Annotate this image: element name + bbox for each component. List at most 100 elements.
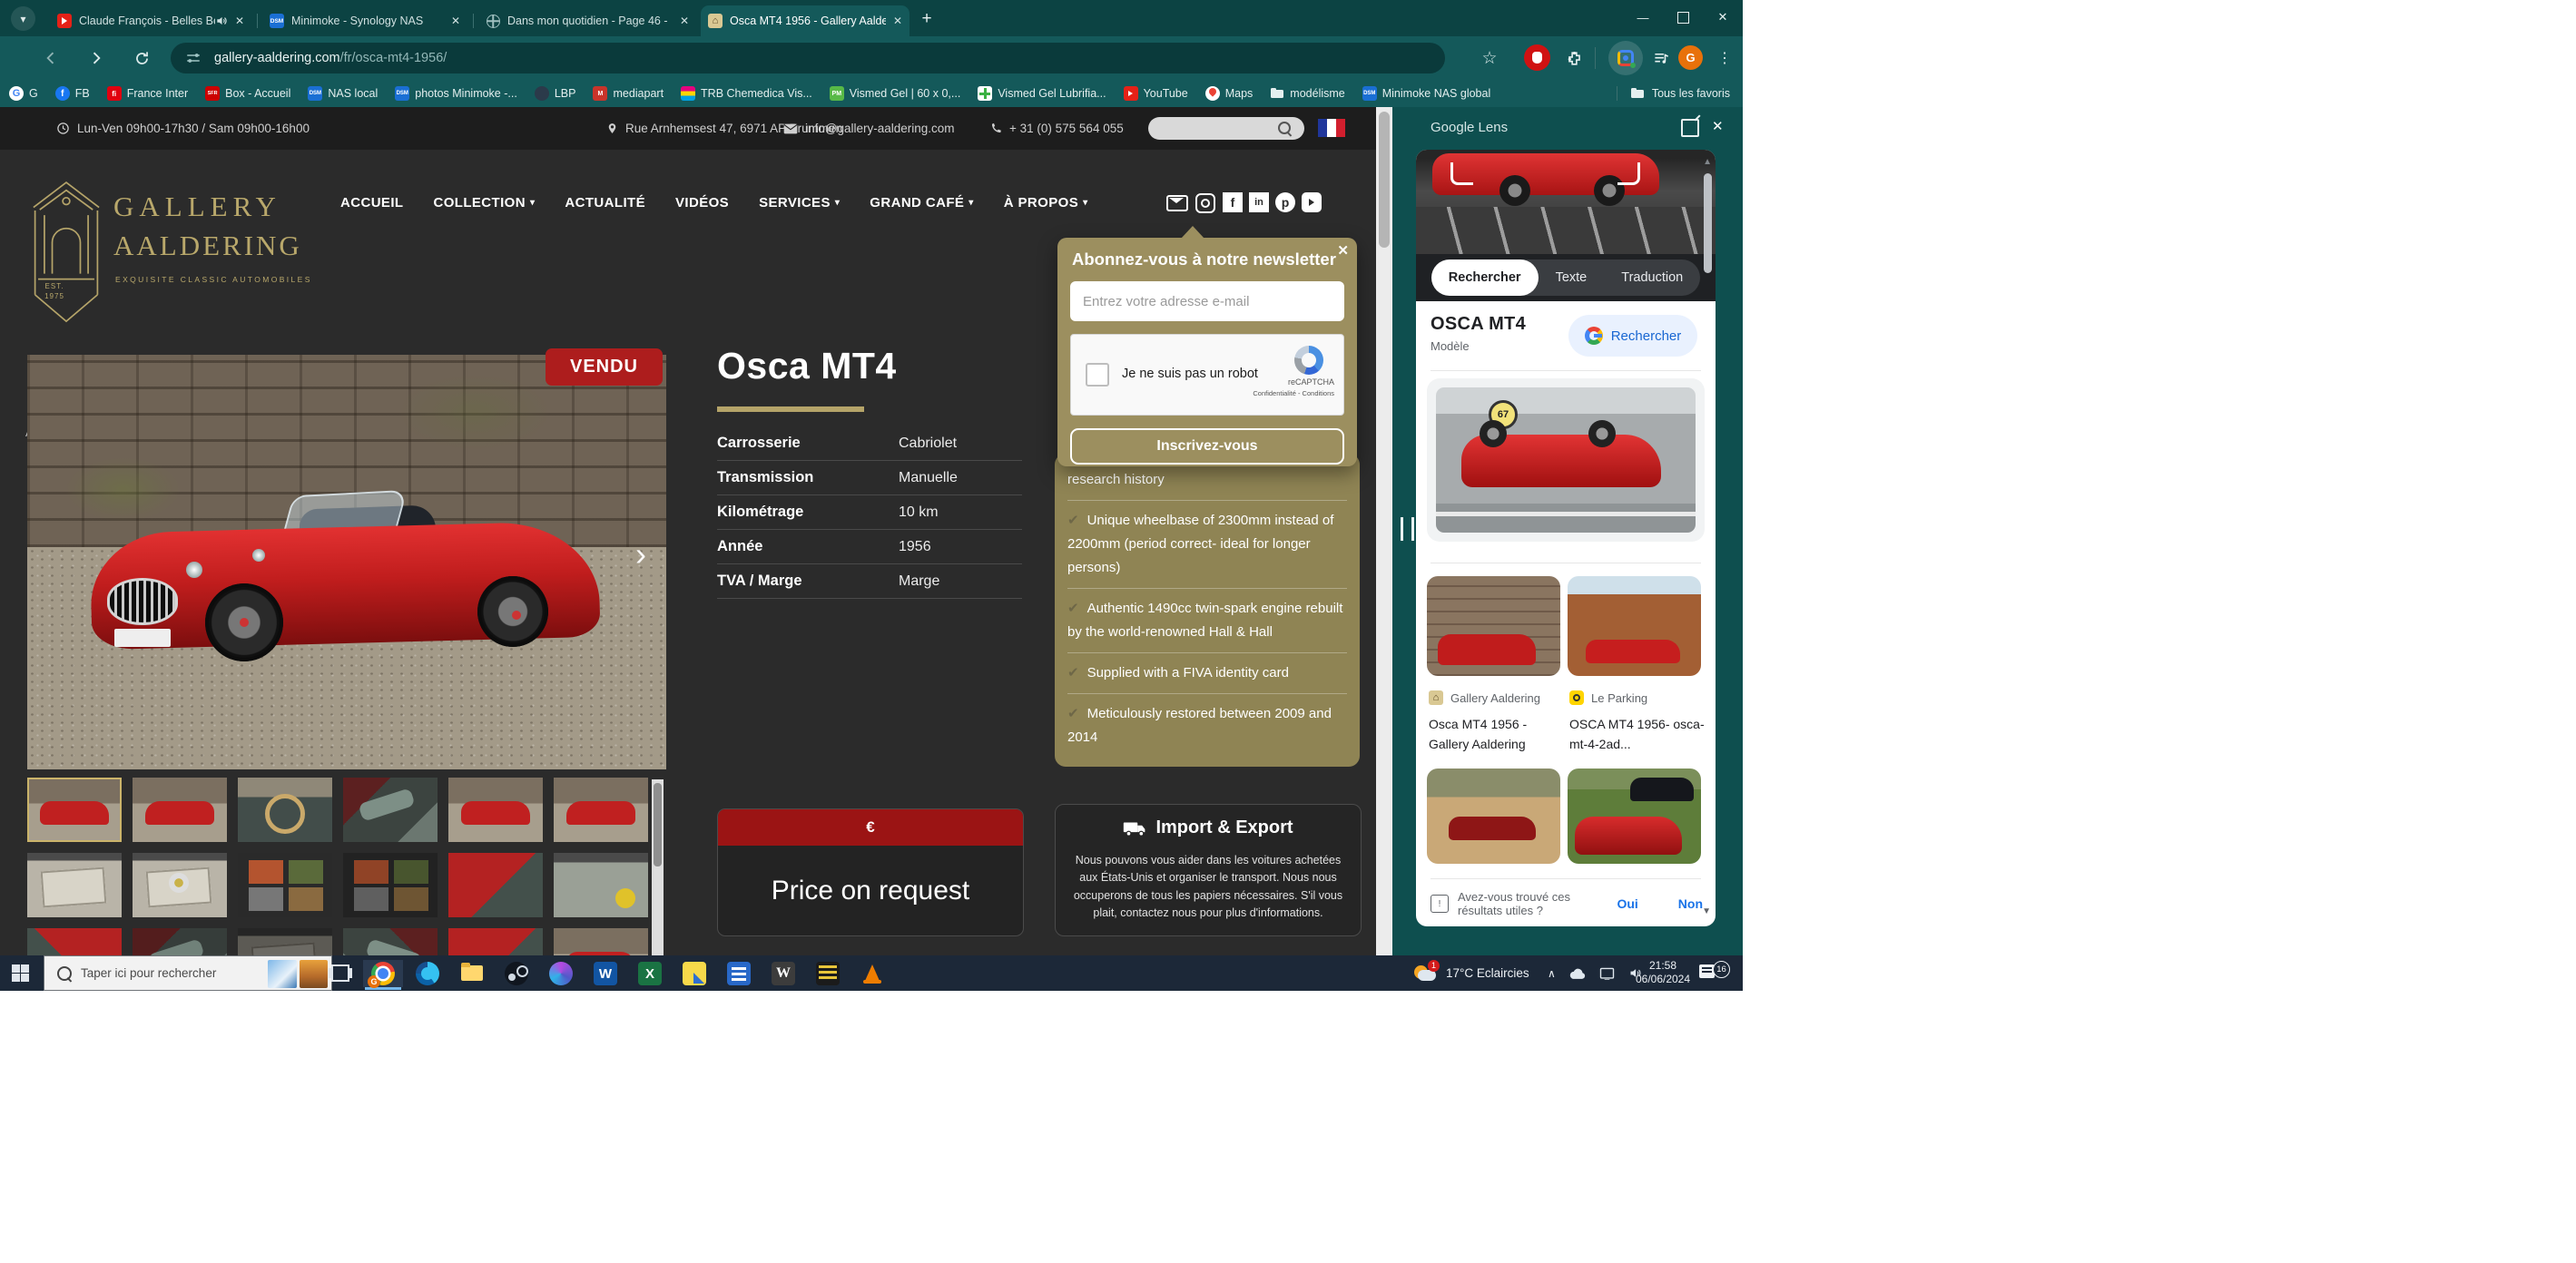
thumbnail[interactable]	[238, 778, 332, 842]
tab-close-icon[interactable]: ✕	[451, 15, 460, 27]
browser-tab-youtube[interactable]: Claude François - Belles Bel ✕	[50, 5, 251, 36]
nav-item-services[interactable]: SERVICES▾	[759, 195, 840, 210]
thumbnail[interactable]	[238, 928, 332, 955]
gallery-aaldering-logo-icon[interactable]	[27, 175, 105, 329]
taskbar-chrome-icon[interactable]: G	[363, 960, 403, 987]
lens-scrollbar-thumb[interactable]	[1704, 173, 1712, 273]
bookmark-folder-modelisme[interactable]: modélisme	[1270, 86, 1344, 101]
scrollbar-thumb[interactable]	[1379, 112, 1390, 248]
email-link[interactable]: info@gallery-aaldering.com	[783, 107, 955, 150]
lens-google-search-button[interactable]: Rechercher	[1568, 315, 1697, 357]
tab-close-icon[interactable]: ✕	[235, 15, 244, 27]
browser-tab-forum[interactable]: Dans mon quotidien - Page 46 - ✕	[478, 5, 696, 36]
crop-bracket-icon[interactable]	[1450, 162, 1473, 185]
all-favorites-button[interactable]: Tous les favoris	[1617, 80, 1730, 107]
google-lens-toolbar-icon[interactable]	[1608, 41, 1643, 75]
bookmark-star-icon[interactable]: ☆	[1475, 44, 1504, 73]
thumbnail[interactable]	[343, 778, 438, 842]
thumbnail[interactable]	[448, 778, 543, 842]
site-settings-icon[interactable]	[185, 50, 202, 66]
thumbnail[interactable]	[448, 928, 543, 955]
back-icon[interactable]	[36, 44, 65, 73]
phone-link[interactable]: + 31 (0) 575 564 055	[989, 107, 1124, 150]
profile-avatar[interactable]: G	[1678, 45, 1703, 70]
chrome-menu-icon[interactable]: ⋮	[1710, 44, 1739, 73]
thumbnail-selected[interactable]	[27, 778, 122, 842]
bookmark-vismed-gel[interactable]: PMVismed Gel | 60 x 0,...	[830, 86, 961, 101]
reload-icon[interactable]	[127, 44, 156, 73]
french-flag-icon[interactable]	[1318, 119, 1345, 137]
crop-bracket-icon[interactable]	[1617, 162, 1640, 185]
task-view-icon[interactable]	[331, 964, 349, 982]
page-scrollbar[interactable]	[1376, 107, 1392, 955]
close-icon[interactable]: ✕	[1337, 242, 1349, 259]
bookmark-minimoke-nas[interactable]: DSMMinimoke NAS global	[1362, 86, 1491, 101]
notification-center[interactable]: 16	[1699, 963, 1730, 984]
nav-item-grand-cafe[interactable]: GRAND CAFÉ▾	[870, 195, 973, 210]
match-title-2[interactable]: OSCA MT4 1956- osca-mt-4-2ad...	[1569, 714, 1706, 754]
new-tab-button[interactable]: +	[915, 7, 939, 31]
thumbnail[interactable]	[448, 853, 543, 917]
lens-top-match-card[interactable]: 67	[1427, 378, 1705, 542]
thumbnail[interactable]	[343, 928, 438, 955]
tab-search-icon[interactable]: ▾	[11, 6, 35, 31]
bookmark-photos-minimoke[interactable]: DSMphotos Minimoke -...	[395, 86, 517, 101]
instagram-icon[interactable]	[1195, 192, 1216, 214]
recaptcha-checkbox[interactable]	[1086, 363, 1109, 387]
bookmark-box[interactable]: SFRBox - Accueil	[205, 86, 290, 101]
nav-item-videos[interactable]: VIDÉOS	[675, 195, 729, 210]
nav-item-a-propos[interactable]: À PROPOS▾	[1004, 195, 1088, 210]
nav-item-collection[interactable]: COLLECTION▾	[433, 195, 535, 210]
bookmark-trb[interactable]: TRB Chemedica Vis...	[681, 86, 812, 101]
tab-audio-icon[interactable]	[215, 15, 228, 27]
newsletter-submit-button[interactable]: Inscrivez-vous	[1070, 428, 1344, 465]
lens-tab-rechercher[interactable]: Rechercher	[1431, 259, 1539, 296]
thumbnail[interactable]	[343, 853, 438, 917]
hidden-icons-chevron[interactable]: ∧	[1548, 967, 1556, 980]
lens-top-match-image[interactable]: 67	[1436, 387, 1696, 533]
newsletter-envelope-icon[interactable]	[1166, 192, 1188, 214]
match-source-2[interactable]: Le Parking	[1569, 690, 1647, 705]
bookmark-nas-local[interactable]: DSMNAS local	[308, 86, 378, 101]
feedback-no-link[interactable]: Non	[1678, 896, 1703, 911]
bookmark-vismed-lubrifiant[interactable]: Vismed Gel Lubrifia...	[978, 86, 1106, 101]
thumbnail[interactable]	[133, 853, 227, 917]
match-source-1[interactable]: ⌂ Gallery Aaldering	[1429, 690, 1540, 705]
logo-text-line1[interactable]: GALLERY	[113, 191, 281, 223]
thumbnail[interactable]	[554, 778, 648, 842]
taskbar-vlc-icon[interactable]	[852, 960, 892, 987]
taskbar-wikipedia-icon[interactable]: W	[763, 960, 803, 987]
next-photo-arrow[interactable]: ›	[635, 535, 646, 573]
thumbnail[interactable]	[27, 928, 122, 955]
adblock-extension-icon[interactable]	[1524, 44, 1550, 71]
logo-text-line2[interactable]: AALDERING	[113, 230, 302, 262]
feedback-yes-link[interactable]: Oui	[1617, 896, 1637, 911]
tab-close-icon[interactable]: ✕	[893, 15, 902, 27]
taskbar-word-icon[interactable]: W	[585, 960, 625, 987]
taskbar-edge-icon[interactable]	[408, 960, 447, 987]
tab-close-icon[interactable]: ✕	[680, 15, 689, 27]
taskbar-purple-app-icon[interactable]	[541, 960, 581, 987]
taskbar-file-explorer-icon[interactable]	[452, 960, 492, 987]
onedrive-cloud-icon[interactable]	[1568, 967, 1587, 980]
taskbar-media-icon[interactable]	[808, 960, 848, 987]
bookmark-youtube[interactable]: YouTube	[1124, 86, 1188, 101]
search-icon[interactable]	[1278, 122, 1291, 134]
cast-icon[interactable]	[1599, 967, 1615, 980]
bookmark-maps[interactable]: Maps	[1205, 86, 1254, 101]
pinterest-icon[interactable]: p	[1275, 192, 1295, 212]
bookmark-france-inter[interactable]: fiFrance Inter	[107, 86, 188, 101]
linkedin-icon[interactable]: in	[1249, 192, 1269, 212]
window-maximize-button[interactable]	[1663, 0, 1703, 34]
bookmark-mediapart[interactable]: Mmediapart	[593, 86, 664, 101]
bookmark-facebook[interactable]: fFB	[55, 86, 90, 101]
nav-item-accueil[interactable]: ACCUEIL	[340, 195, 403, 210]
taskbar-clock[interactable]: 21:58 06/06/2024	[1631, 959, 1695, 986]
lens-source-image[interactable]	[1416, 150, 1716, 254]
extensions-puzzle-icon[interactable]	[1559, 44, 1588, 73]
thumbnail[interactable]	[133, 778, 227, 842]
taskbar-notes-icon[interactable]	[674, 960, 714, 987]
taskbar-document-icon[interactable]	[719, 960, 759, 987]
thumbnail[interactable]	[554, 853, 648, 917]
taskbar-excel-icon[interactable]: X	[630, 960, 670, 987]
